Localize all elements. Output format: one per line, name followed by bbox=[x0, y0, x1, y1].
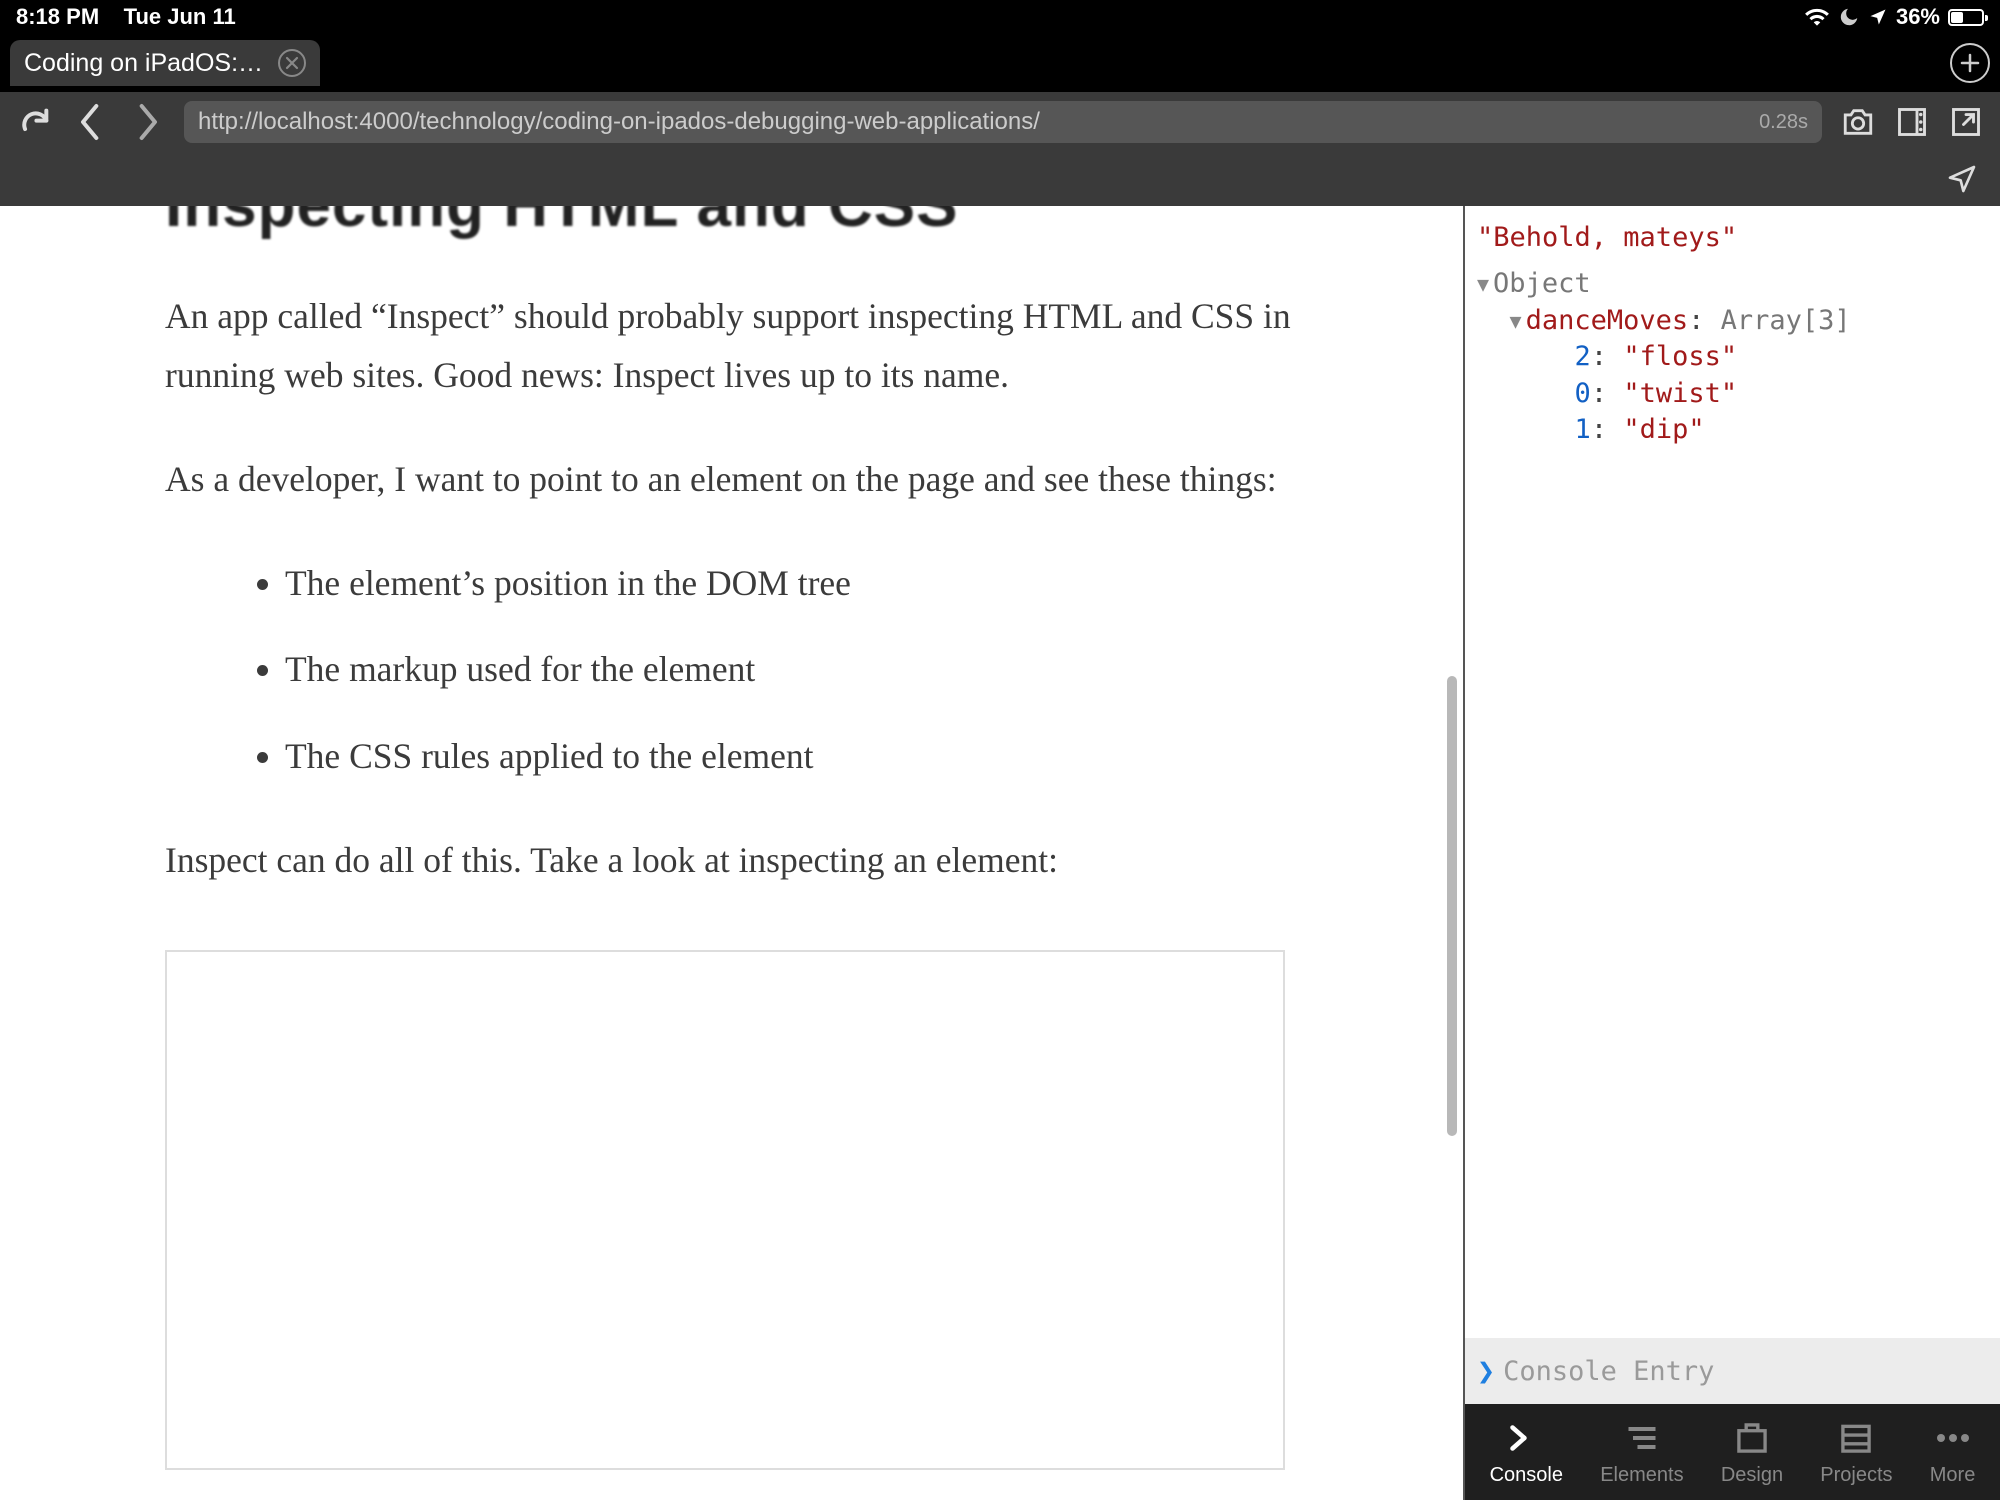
tab-bar: Coding on iPadOS: D… bbox=[0, 34, 2000, 92]
status-time: 8:18 PM bbox=[16, 4, 99, 29]
article-list: The element’s position in the DOM tree T… bbox=[165, 555, 1298, 785]
forward-button[interactable] bbox=[128, 103, 166, 141]
list-item: The CSS rules applied to the element bbox=[285, 728, 1298, 785]
design-icon bbox=[1734, 1418, 1770, 1458]
status-bar: 8:18 PM Tue Jun 11 36% bbox=[0, 0, 2000, 34]
screenshot-button[interactable] bbox=[1840, 104, 1876, 140]
prompt-icon: ❯ bbox=[1477, 1354, 1495, 1389]
url-field[interactable]: http://localhost:4000/technology/coding-… bbox=[184, 101, 1822, 143]
devtab-console[interactable]: Console bbox=[1490, 1418, 1563, 1487]
devtab-label: Console bbox=[1490, 1464, 1563, 1487]
devtools-panel: "Behold, mateys" ▼Object ▼danceMoves: Ar… bbox=[1463, 206, 2000, 1500]
console-type: Array bbox=[1721, 305, 1802, 336]
console-icon bbox=[1508, 1418, 1544, 1458]
article-heading: Inspecting HTML and CSS bbox=[165, 206, 1298, 241]
battery-icon bbox=[1948, 9, 1984, 26]
article-image-placeholder bbox=[165, 950, 1285, 1470]
send-button[interactable] bbox=[1944, 161, 1980, 197]
battery-percent: 36% bbox=[1896, 4, 1940, 30]
devtab-more[interactable]: More bbox=[1930, 1418, 1976, 1487]
console-prop: danceMoves bbox=[1526, 305, 1689, 336]
list-item: The element’s position in the DOM tree bbox=[285, 555, 1298, 612]
console-input-placeholder: Console Entry bbox=[1503, 1356, 1714, 1387]
devtab-label: Projects bbox=[1820, 1464, 1892, 1487]
devtab-label: Design bbox=[1721, 1464, 1783, 1487]
console-value: "dip" bbox=[1623, 414, 1704, 445]
devtab-projects[interactable]: Projects bbox=[1820, 1418, 1892, 1487]
new-tab-button[interactable] bbox=[1950, 43, 1990, 83]
back-button[interactable] bbox=[72, 103, 110, 141]
devtab-label: Elements bbox=[1600, 1464, 1683, 1487]
tab-title: Coding on iPadOS: D… bbox=[24, 49, 264, 78]
status-time-date: 8:18 PM Tue Jun 11 bbox=[16, 4, 236, 30]
console-index: 2 bbox=[1575, 341, 1591, 372]
article-paragraph: Inspect can do all of this. Take a look … bbox=[165, 831, 1298, 890]
console-value: "floss" bbox=[1623, 341, 1737, 372]
disclosure-triangle-icon[interactable]: ▼ bbox=[1477, 271, 1489, 298]
workspace: Inspecting HTML and CSS An app called “I… bbox=[0, 206, 2000, 1500]
console-string: "Behold, mateys" bbox=[1477, 222, 1737, 253]
devtab-design[interactable]: Design bbox=[1721, 1418, 1783, 1487]
list-item: The markup used for the element bbox=[285, 641, 1298, 698]
export-button[interactable] bbox=[1948, 104, 1984, 140]
article-paragraph: As a developer, I want to point to an el… bbox=[165, 450, 1298, 509]
load-time: 0.28s bbox=[1759, 111, 1808, 134]
scrollbar[interactable] bbox=[1447, 676, 1457, 1136]
devtools-tabbar: Console Elements Design Projects More bbox=[1465, 1404, 2000, 1500]
wifi-icon bbox=[1804, 7, 1830, 27]
secondary-toolbar bbox=[0, 152, 2000, 206]
devtab-elements[interactable]: Elements bbox=[1600, 1418, 1683, 1487]
browser-tab[interactable]: Coding on iPadOS: D… bbox=[10, 40, 320, 86]
console-index: 1 bbox=[1575, 414, 1591, 445]
devtab-label: More bbox=[1930, 1464, 1976, 1487]
page-viewport[interactable]: Inspecting HTML and CSS An app called “I… bbox=[0, 206, 1463, 1500]
elements-icon bbox=[1624, 1418, 1660, 1458]
location-icon bbox=[1868, 7, 1888, 27]
console-index: 0 bbox=[1575, 378, 1591, 409]
article-paragraph: An app called “Inspect” should probably … bbox=[165, 287, 1298, 404]
projects-icon bbox=[1838, 1418, 1874, 1458]
close-tab-button[interactable] bbox=[278, 49, 306, 77]
console-object-label: Object bbox=[1493, 268, 1591, 299]
url-text: http://localhost:4000/technology/coding-… bbox=[198, 108, 1749, 136]
url-toolbar: http://localhost:4000/technology/coding-… bbox=[0, 92, 2000, 152]
console-array-length: [3] bbox=[1802, 305, 1851, 336]
status-date: Tue Jun 11 bbox=[124, 4, 236, 29]
panel-toggle-button[interactable] bbox=[1894, 104, 1930, 140]
reload-button[interactable] bbox=[16, 103, 54, 141]
more-icon bbox=[1933, 1418, 1973, 1458]
disclosure-triangle-icon[interactable]: ▼ bbox=[1510, 308, 1522, 335]
console-input[interactable]: ❯ Console Entry bbox=[1465, 1338, 2000, 1404]
console-value: "twist" bbox=[1623, 378, 1737, 409]
console-output[interactable]: "Behold, mateys" ▼Object ▼danceMoves: Ar… bbox=[1465, 206, 2000, 1338]
moon-icon bbox=[1838, 6, 1860, 28]
